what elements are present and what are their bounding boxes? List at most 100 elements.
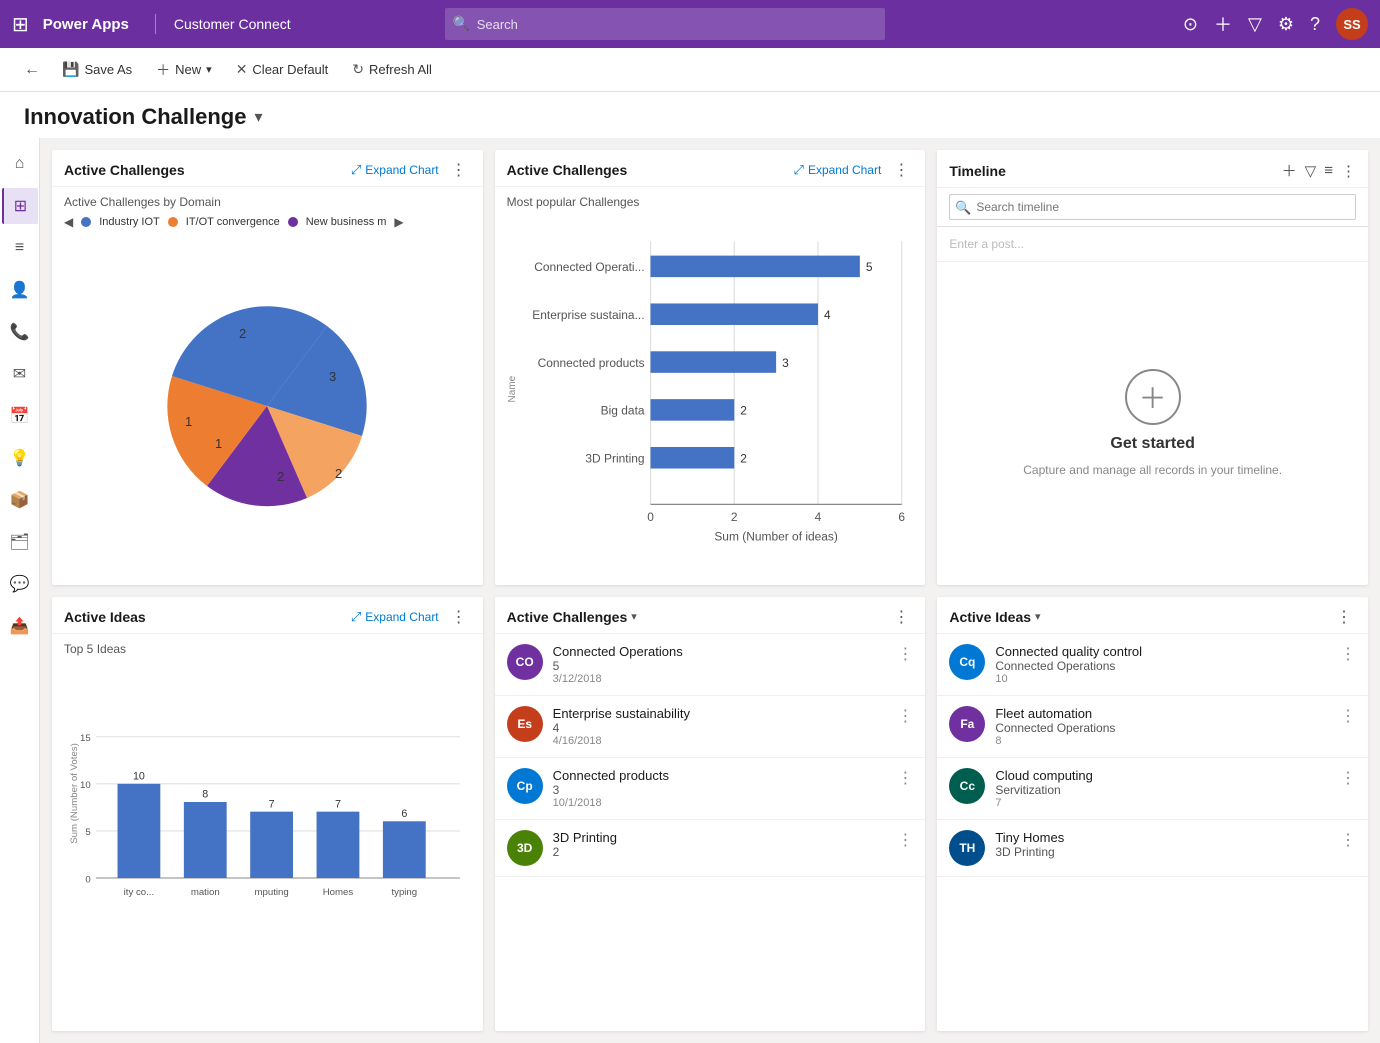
timeline-filter-button[interactable]: ▽ [1305,162,1317,180]
sidebar-item-calendar[interactable]: 📅 [2,398,38,434]
refresh-all-button[interactable]: ↻ Refresh All [342,56,442,83]
page-title-bar: Innovation Challenge ▾ [0,92,1380,138]
new-icon: ＋ [156,60,170,80]
sidebar-item-person[interactable]: 👤 [2,272,38,308]
plus-icon[interactable]: ＋ [1214,11,1232,37]
challenge-more-co[interactable]: ⋮ [897,644,913,664]
legend-label-2: IT/OT convergence [186,216,280,228]
svg-text:mation: mation [191,887,220,898]
expand-chart-bar-button[interactable]: ⤢ Expand Chart [794,162,882,178]
sidebar-item-list[interactable]: ≡ [2,230,38,266]
idea-more-cc[interactable]: ⋮ [1340,768,1356,788]
sidebar-item-chat[interactable]: 💬 [2,566,38,602]
idea-more-fa[interactable]: ⋮ [1340,706,1356,726]
challenge-more-3d[interactable]: ⋮ [897,830,913,850]
timeline-more-button[interactable]: ⋮ [1341,162,1356,180]
challenges-list-dropdown[interactable]: Active Challenges ▾ [507,609,637,625]
challenge-count-3d: 2 [553,845,888,859]
pie-label-1b: 1 [215,436,222,451]
pie-more-button[interactable]: ⋮ [447,160,471,180]
legend-prev-button[interactable]: ◀ [64,215,73,229]
new-button[interactable]: ＋ New ▾ [146,55,222,85]
ideas-bar-more-button[interactable]: ⋮ [447,607,471,627]
search-input[interactable] [445,8,885,40]
apps-grid-icon[interactable]: ⊞ [12,12,29,37]
svg-text:3: 3 [782,356,789,370]
nav-divider [155,14,156,34]
circle-icon[interactable]: ⊙ [1183,14,1198,35]
timeline-add-button[interactable]: ＋ [1282,160,1297,181]
sidebar-item-phone[interactable]: 📞 [2,314,38,350]
save-as-button[interactable]: 💾 Save As [52,56,142,83]
bar-chart-svg: Connected Operati... 5 Enterprise sustai… [507,217,914,577]
idea-more-cq[interactable]: ⋮ [1340,644,1356,664]
challenges-list-more-button[interactable]: ⋮ [889,607,913,627]
ideas-bar-title: Active Ideas [64,609,351,625]
timeline-get-started: ＋ Get started Capture and manage all rec… [937,262,1368,585]
pie-label-1: 1 [185,414,192,429]
svg-text:5: 5 [865,260,872,274]
sidebar-item-files[interactable]: 🗂 [2,524,38,560]
sidebar-item-share[interactable]: 📤 [2,608,38,644]
bar-card-title: Active Challenges [507,162,794,178]
sidebar-item-mail[interactable]: ✉ [2,356,38,392]
challenge-avatar-co: CO [507,644,543,680]
challenge-info-co: Connected Operations 5 3/12/2018 [553,644,888,685]
sidebar-item-ideas[interactable]: 💡 [2,440,38,476]
bar-more-button[interactable]: ⋮ [889,160,913,180]
challenge-more-cp[interactable]: ⋮ [897,768,913,788]
timeline-columns-button[interactable]: ≡ [1324,162,1333,179]
svg-text:0: 0 [85,874,90,885]
idea-count-cc: 7 [995,797,1330,809]
svg-text:Sum (Number of ideas): Sum (Number of ideas) [714,529,838,543]
svg-text:4: 4 [814,510,821,524]
expand-chart-pie-button[interactable]: ⤢ Expand Chart [351,162,439,178]
page-title-chevron[interactable]: ▾ [254,107,262,127]
sidebar-item-home[interactable]: ⌂ [2,146,38,182]
svg-text:typing: typing [391,887,417,898]
challenge-info-cp: Connected products 3 10/1/2018 [553,768,888,809]
back-button[interactable]: ← [16,56,48,84]
svg-text:5: 5 [85,827,90,838]
save-as-icon: 💾 [62,61,79,78]
ideas-list-more-button[interactable]: ⋮ [1332,607,1356,627]
search-icon: 🔍 [453,15,470,32]
challenge-avatar-es: Es [507,706,543,742]
ideas-dropdown-chevron: ▾ [1035,610,1041,623]
legend-next-button[interactable]: ▶ [394,215,403,229]
legend-dot-3 [288,217,298,227]
idea-avatar-cc: Cc [949,768,985,804]
challenge-more-es[interactable]: ⋮ [897,706,913,726]
card-active-ideas-list: Active Ideas ▾ ⋮ Cq Connected quality co… [937,597,1368,1032]
settings-icon[interactable]: ⚙ [1278,14,1294,35]
timeline-search-input[interactable] [949,194,1356,220]
bar-y-label: Name [507,376,518,403]
help-icon[interactable]: ? [1310,14,1320,35]
filter-icon[interactable]: ▽ [1248,14,1262,35]
idea-avatar-cq: Cq [949,644,985,680]
expand-chart-bar-label: Expand Chart [808,163,881,177]
clear-icon: ✕ [236,61,248,78]
sidebar-item-dashboard[interactable]: ⊞ [2,188,38,224]
idea-info-fa: Fleet automation Connected Operations 8 [995,706,1330,747]
idea-sub-cc: Servitization [995,783,1330,797]
idea-count-fa: 8 [995,735,1330,747]
card-header-challenges-list: Active Challenges ▾ ⋮ [495,597,926,634]
card-header-bar: Active Challenges ⤢ Expand Chart ⋮ [495,150,926,187]
bar-subtitle: Most popular Challenges [507,195,914,209]
timeline-post-placeholder[interactable]: Enter a post... [937,227,1368,262]
bar-chart-wrapper: Name Connected Operati... 5 Enterp [507,217,914,577]
clear-default-button[interactable]: ✕ Clear Default [226,56,339,83]
svg-text:Homes: Homes [323,887,354,898]
challenges-dropdown-chevron: ▾ [631,610,637,623]
timeline-plus-circle[interactable]: ＋ [1125,369,1181,425]
global-search: 🔍 [445,8,885,40]
idea-more-th[interactable]: ⋮ [1340,830,1356,850]
timeline-search-bar: 🔍 [937,188,1368,227]
sidebar-item-products[interactable]: 📦 [2,482,38,518]
legend-label-1: Industry IOT [99,216,160,228]
user-avatar[interactable]: SS [1336,8,1368,40]
ideas-list-dropdown[interactable]: Active Ideas ▾ [949,609,1040,625]
expand-chart-ideas-button[interactable]: ⤢ Expand Chart [351,609,439,625]
svg-text:0: 0 [647,510,654,524]
